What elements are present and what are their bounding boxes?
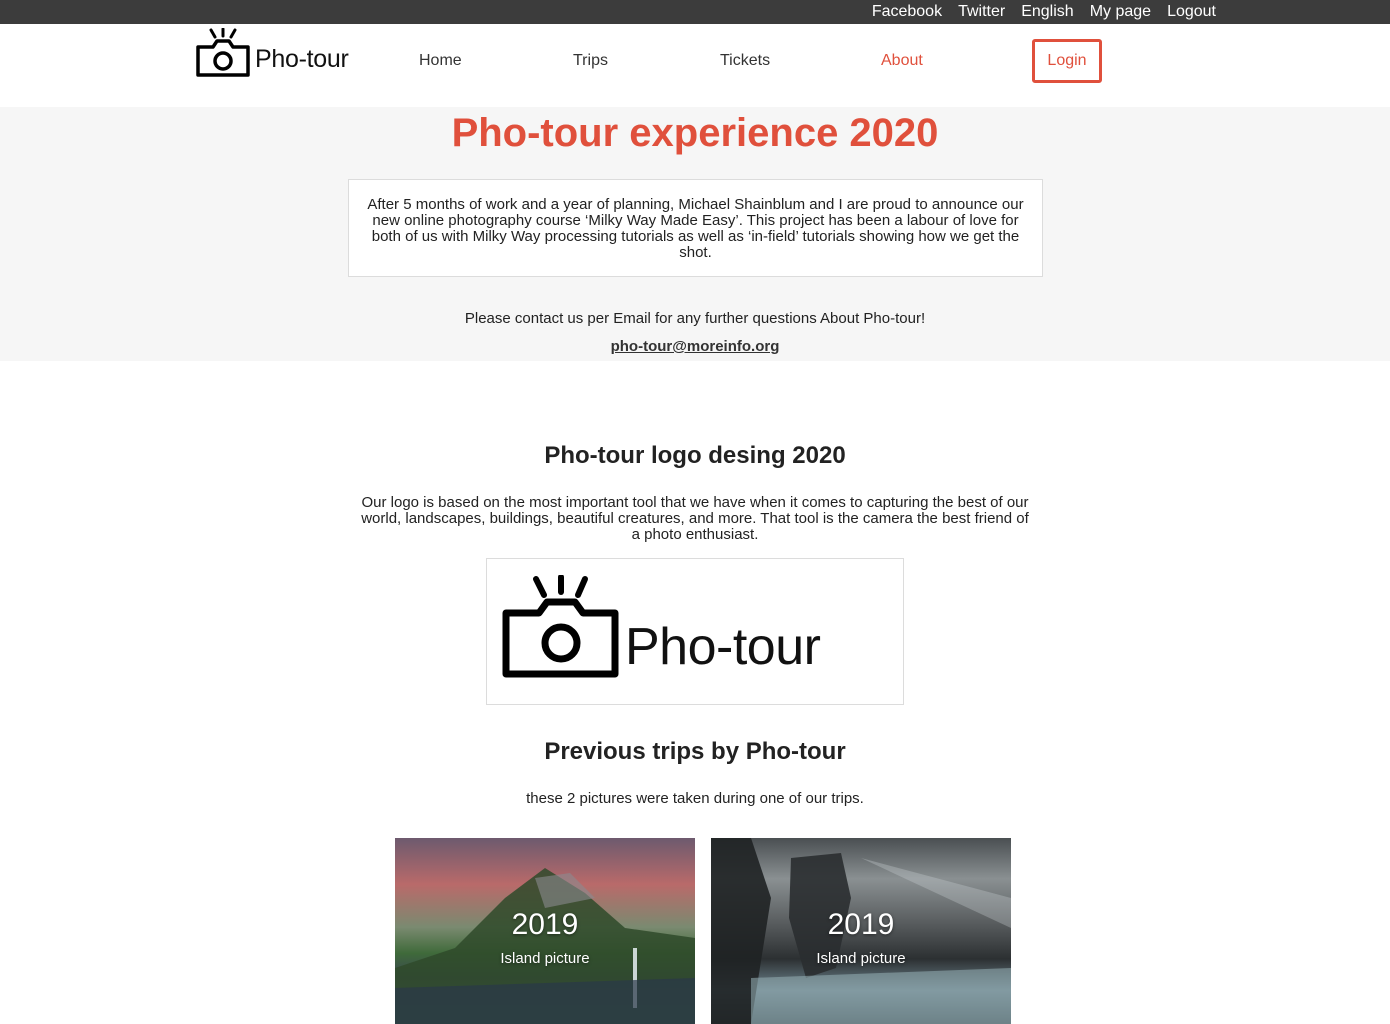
- announcement-text: After 5 months of work and a year of pla…: [367, 196, 1024, 261]
- logo-showcase: Pho-tour: [486, 558, 904, 705]
- page-title: Pho-tour experience 2020: [451, 111, 939, 155]
- announcement-box: After 5 months of work and a year of pla…: [348, 179, 1043, 277]
- trips-section-subtitle: these 2 pictures were taken during one o…: [526, 790, 864, 807]
- logout-link[interactable]: Logout: [1167, 0, 1216, 24]
- card-label: Island picture: [816, 950, 906, 967]
- logo-showcase-text: Pho-tour: [625, 618, 821, 676]
- contact-text: Please contact us per Email for any furt…: [464, 310, 926, 327]
- nav-home[interactable]: Home: [419, 52, 462, 70]
- trip-card[interactable]: 2019 Island picture: [395, 838, 695, 1024]
- top-links: Facebook Twitter English My page Logout: [872, 0, 1216, 24]
- trip-card[interactable]: 2019 Island picture: [711, 838, 1011, 1024]
- login-button[interactable]: Login: [1032, 39, 1102, 83]
- logo-section-heading: Pho-tour logo desing 2020: [544, 442, 846, 469]
- camera-icon: [502, 575, 619, 678]
- site-header: Pho-tour Home Trips Tickets About Login: [0, 24, 1390, 107]
- contact-email: pho-tour@moreinfo.org: [0, 338, 1390, 355]
- email-link[interactable]: pho-tour@moreinfo.org: [611, 338, 780, 355]
- nav-about[interactable]: About: [881, 52, 923, 70]
- twitter-link[interactable]: Twitter: [958, 0, 1005, 24]
- card-label: Island picture: [500, 950, 590, 967]
- main-nav: Home Trips Tickets About: [0, 24, 1390, 107]
- my-page-link[interactable]: My page: [1090, 0, 1151, 24]
- trips-section-heading: Previous trips by Pho-tour: [544, 738, 846, 765]
- nav-trips[interactable]: Trips: [573, 52, 608, 70]
- nav-tickets[interactable]: Tickets: [720, 52, 770, 70]
- facebook-link[interactable]: Facebook: [872, 0, 942, 24]
- hero-section: Pho-tour experience 2020 After 5 months …: [0, 107, 1390, 361]
- top-utility-bar: Facebook Twitter English My page Logout: [0, 0, 1390, 24]
- card-year: 2019: [511, 908, 579, 941]
- logo-section-description: Our logo is based on the most important …: [361, 494, 1029, 543]
- language-link[interactable]: English: [1021, 0, 1073, 24]
- card-year: 2019: [827, 908, 895, 941]
